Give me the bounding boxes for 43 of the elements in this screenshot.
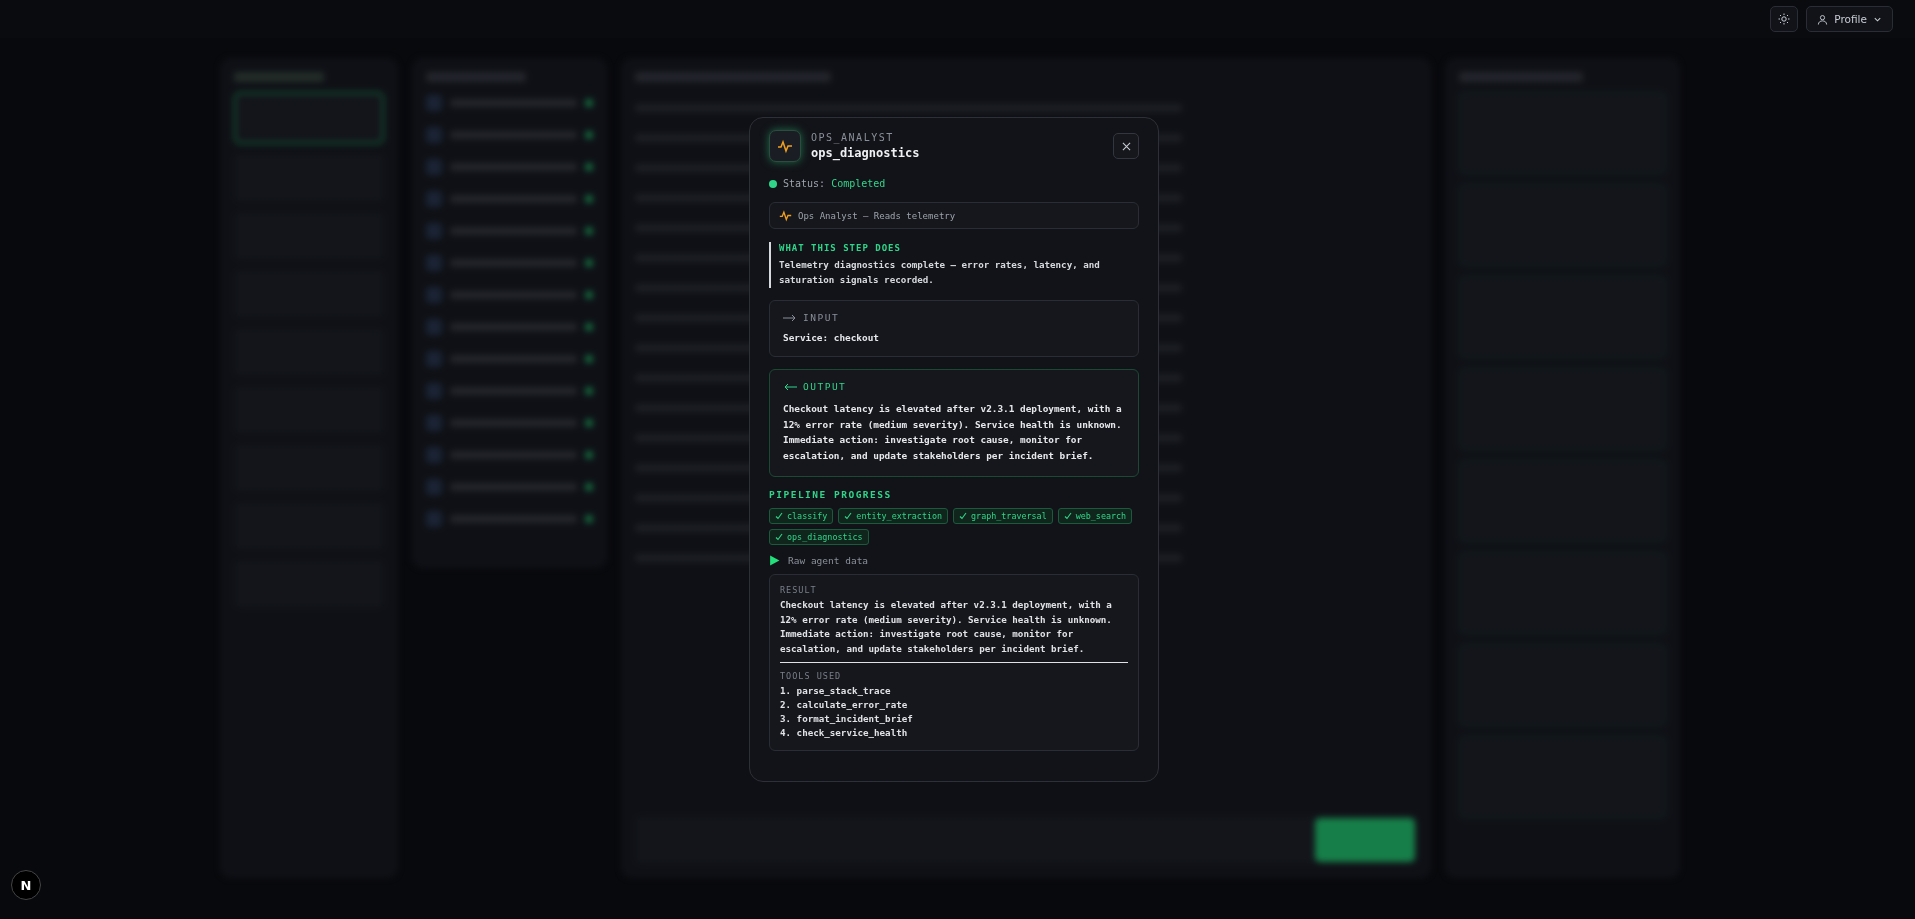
section-heading: PIPELINE PROGRESS bbox=[769, 489, 893, 500]
dev-indicator-badge[interactable]: N bbox=[11, 870, 41, 900]
output-label: OUTPUT bbox=[803, 381, 847, 392]
tools-label: TOOLS USED bbox=[780, 671, 843, 681]
status-dot bbox=[769, 179, 777, 188]
right-arrow-icon bbox=[783, 313, 797, 322]
pipeline-step-label: graph_traversal bbox=[971, 511, 1047, 521]
dialog-title: ops_diagnostics bbox=[811, 146, 921, 160]
status-value: Completed bbox=[831, 178, 886, 189]
sun-icon bbox=[1778, 13, 1791, 25]
input-label: INPUT bbox=[803, 312, 840, 323]
pipeline-step-label: classify bbox=[787, 511, 828, 521]
section-heading: WHAT THIS STEP DOES bbox=[779, 243, 902, 253]
pulse-icon bbox=[779, 209, 792, 222]
step-description: Telemetry diagnostics complete — error rates, latency, and saturation signals recorded. bbox=[779, 258, 1101, 287]
pipeline-step-label: entity_extraction bbox=[856, 511, 943, 521]
input-text: Service: checkout bbox=[783, 332, 880, 343]
result-text: Checkout latency is elevated after v2.3.1 deployment, with a 12% error rate (medium severity). Service health is unknown. Immediate action: investigate root cause, monitor for escalation, and update stakeholders per incident brief. bbox=[780, 598, 1113, 656]
checkmark-icon bbox=[844, 512, 853, 520]
pipeline-step-label: ops_diagnostics bbox=[787, 532, 863, 542]
tool-item: 1. parse_stack_trace bbox=[780, 684, 892, 698]
checkmark-icon bbox=[775, 533, 783, 541]
status-label: Status: bbox=[783, 178, 826, 189]
profile-button[interactable]: Profile bbox=[1806, 6, 1893, 32]
theme-toggle-button[interactable] bbox=[1770, 6, 1799, 32]
output-text: Checkout latency is elevated after v2.3.1 deployment, with a 12% error rate (medium severity). Service health is unknown. Immediate action: investigate root cause, monitor for escalation, and update stakeholders per incident brief. bbox=[783, 402, 1123, 463]
tool-item: 4. check_service_health bbox=[780, 726, 909, 740]
pipeline-step-label: web_search bbox=[1075, 511, 1127, 521]
raw-data-toggle[interactable]: Raw agent data bbox=[788, 555, 869, 566]
left-arrow-icon bbox=[783, 382, 797, 391]
pulse-icon bbox=[769, 130, 801, 162]
close-icon bbox=[1121, 141, 1131, 151]
tool-item: 2. calculate_error_rate bbox=[780, 698, 909, 712]
close-button[interactable] bbox=[1113, 133, 1139, 159]
user-icon bbox=[1817, 13, 1829, 25]
checkmark-icon bbox=[959, 512, 968, 520]
checkmark-icon bbox=[1063, 512, 1072, 520]
result-label: RESULT bbox=[780, 585, 818, 595]
play-triangle-icon[interactable] bbox=[769, 555, 780, 566]
agent-description: Ops Analyst — Reads telemetry bbox=[798, 210, 956, 221]
tool-item: 3. format_incident_brief bbox=[780, 712, 914, 726]
agent-name: OPS_ANALYST bbox=[811, 132, 895, 143]
checkmark-icon bbox=[775, 512, 783, 520]
